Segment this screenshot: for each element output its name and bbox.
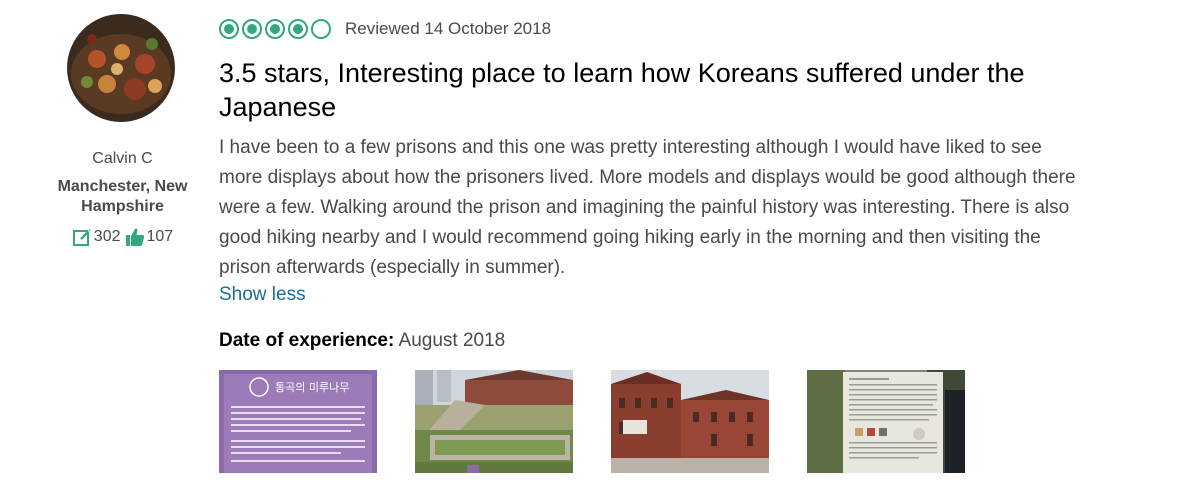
reviewer-name[interactable]: Calvin C [45,150,200,168]
reviewer-location: Manchester, New Hampshire [57,178,188,215]
rating-bubble-filled [219,19,239,39]
review-date: Reviewed 14 October 2018 [345,19,552,38]
review-content: Reviewed 14 October 2018 3.5 stars, Inte… [219,14,1099,352]
reviewer-stats: 302 107 [45,227,200,247]
review-card: Calvin C Manchester, New Hampshire 302 1… [0,0,1198,492]
date-of-experience: Date of experience: August 2018 [219,330,1099,352]
helpful-votes-stat: 107 [125,227,174,247]
review-photo-info-board[interactable] [807,370,965,473]
review-photo-sign[interactable]: 통곡의 미루나무 [219,370,377,473]
review-photo-prison-garden[interactable] [415,370,573,473]
rating-row: Reviewed 14 October 2018 [219,14,1099,44]
rating-bubble-filled [265,19,285,39]
contributions-stat: 302 [72,227,121,247]
sign-heading-text: 통곡의 미루나무 [275,381,349,394]
show-less-link[interactable]: Show less [219,284,306,306]
rating-bubble-filled [242,19,262,39]
date-of-experience-value: August 2018 [398,330,506,351]
review-photos: 통곡의 미루나무 [219,370,965,473]
reviewer-info: Calvin C Manchester, New Hampshire 302 1… [45,14,200,247]
thumbs-up-icon [125,227,145,247]
edit-icon [72,227,92,247]
rating-bubble-filled [288,19,308,39]
bubble-rating [219,19,331,39]
date-of-experience-label: Date of experience: [219,330,395,351]
review-photo-prison-building[interactable] [611,370,769,473]
contributions-count: 302 [93,228,121,245]
review-title[interactable]: 3.5 stars, Interesting place to learn ho… [219,56,1079,124]
avatar[interactable] [67,14,175,122]
rating-bubble-empty [311,19,331,39]
review-body: I have been to a few prisons and this on… [219,137,1076,278]
helpful-votes-count: 107 [146,228,174,245]
